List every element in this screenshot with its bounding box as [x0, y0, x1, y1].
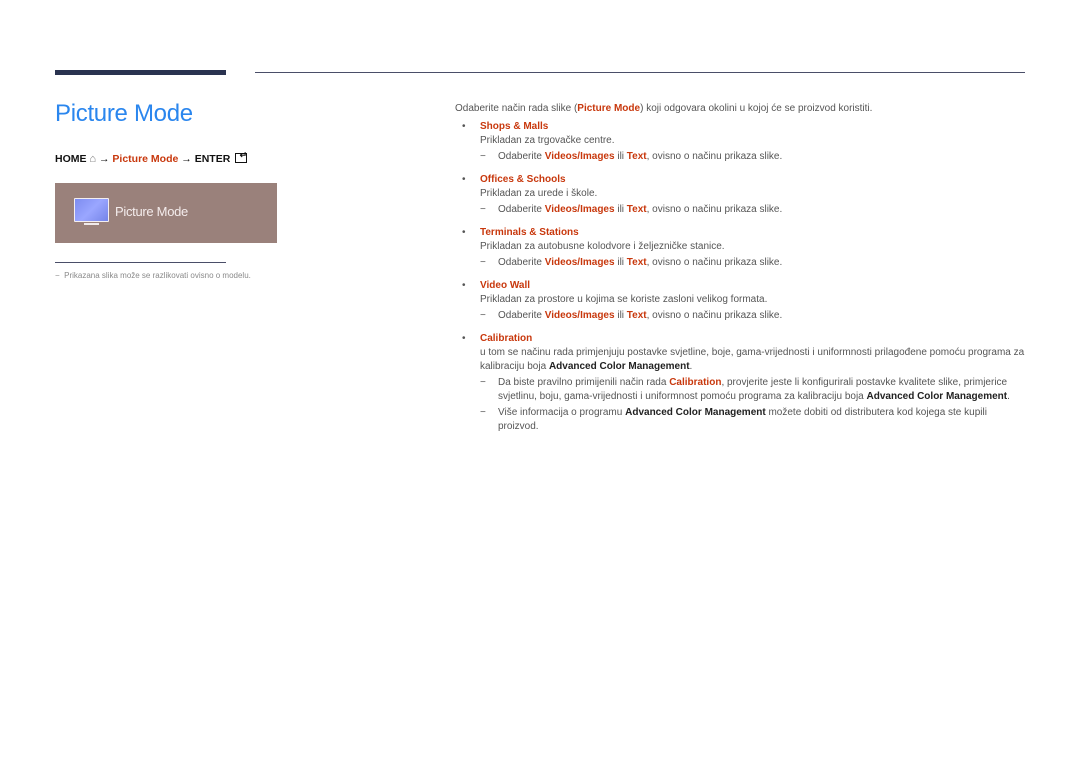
- sub-highlight: Videos/Images: [544, 204, 615, 215]
- item-description: Prikladan za urede i škole.: [480, 188, 598, 199]
- bullet: •: [462, 333, 466, 344]
- bullet: •: [462, 227, 466, 238]
- sub-highlight: Text: [626, 310, 647, 321]
- sub-text: Da biste pravilno primijenili način rada: [498, 377, 670, 388]
- note-divider: [55, 262, 226, 263]
- osd-label: Picture Mode: [115, 204, 188, 219]
- sub-text: Odaberite: [498, 310, 545, 321]
- dash: −: [480, 407, 486, 418]
- sub-text: Odaberite: [498, 204, 545, 215]
- house-icon: ⌂: [89, 153, 97, 165]
- sub-text: Više informacija o programu: [498, 407, 626, 418]
- dash: −: [480, 310, 486, 321]
- desc-text: .: [689, 361, 693, 372]
- header-rule-thick: [55, 70, 226, 75]
- dash: −: [480, 257, 486, 268]
- sub-note: − Odaberite Videos/Images ili Text, ovis…: [480, 203, 1030, 217]
- item-heading: Offices & Schools: [480, 174, 566, 185]
- item-description: Prikladan za prostore u kojima se korist…: [480, 294, 768, 305]
- list-item: • Video Wall Prikladan za prostore u koj…: [455, 279, 1030, 323]
- sub-highlight: Videos/Images: [544, 151, 615, 162]
- sub-note: − Više informacija o programu Advanced C…: [480, 406, 1030, 434]
- sub-keyword: Advanced Color Management: [866, 391, 1008, 402]
- list-item: • Offices & Schools Prikladan za urede i…: [455, 173, 1030, 217]
- bullet: •: [462, 121, 466, 132]
- sub-text: ili: [614, 151, 627, 162]
- sub-highlight: Calibration: [669, 377, 722, 388]
- path-arrow: →: [181, 153, 192, 165]
- sub-text: Odaberite: [498, 151, 545, 162]
- dash: −: [480, 377, 486, 388]
- sub-highlight: Text: [626, 151, 647, 162]
- bullet: •: [462, 174, 466, 185]
- item-heading: Shops & Malls: [480, 121, 549, 132]
- note-dash: −: [55, 271, 60, 280]
- sub-text: ili: [614, 204, 627, 215]
- sub-note: − Odaberite Videos/Images ili Text, ovis…: [480, 150, 1030, 164]
- intro-paragraph: Odaberite način rada slike (Picture Mode…: [455, 102, 1030, 116]
- list-item-calibration: • Calibration u tom se načinu rada primj…: [455, 332, 1030, 434]
- item-heading: Calibration: [480, 333, 533, 344]
- item-description: Prikladan za trgovačke centre.: [480, 135, 615, 146]
- bullet: •: [462, 280, 466, 291]
- dash: −: [480, 151, 486, 162]
- sub-note: − Odaberite Videos/Images ili Text, ovis…: [480, 256, 1030, 270]
- sub-note: − Odaberite Videos/Images ili Text, ovis…: [480, 309, 1030, 323]
- sub-note: − Da biste pravilno primijenili način ra…: [480, 376, 1030, 404]
- sub-keyword: Advanced Color Management: [625, 407, 766, 418]
- sub-text: , ovisno o načinu prikaza slike.: [646, 204, 783, 215]
- item-heading: Terminals & Stations: [480, 227, 579, 238]
- path-home: HOME: [55, 153, 87, 165]
- sub-highlight: Text: [626, 257, 647, 268]
- menu-path: HOME ⌂ → Picture Mode → ENTER: [55, 150, 248, 165]
- monitor-icon: [74, 198, 109, 222]
- note-text: Prikazana slika može se razlikovati ovis…: [64, 271, 251, 280]
- osd-picture-mode-image: Picture Mode: [55, 183, 277, 243]
- sub-text: Odaberite: [498, 257, 545, 268]
- intro-text: Odaberite način rada slike (: [455, 103, 578, 114]
- sub-text: ili: [614, 257, 627, 268]
- sub-text: , ovisno o načinu prikaza slike.: [646, 310, 783, 321]
- image-note: − Prikazana slika može se razlikovati ov…: [55, 271, 251, 280]
- monitor-stand: [84, 223, 99, 225]
- sub-text: , ovisno o načinu prikaza slike.: [646, 151, 783, 162]
- page-title: Picture Mode: [55, 100, 193, 127]
- dash: −: [480, 204, 486, 215]
- list-item: • Terminals & Stations Prikladan za auto…: [455, 226, 1030, 270]
- sub-text: , ovisno o načinu prikaza slike.: [646, 257, 783, 268]
- intro-highlight: Picture Mode: [577, 103, 641, 114]
- item-description: u tom se načinu rada primjenjuju postavk…: [480, 346, 1030, 374]
- item-heading: Video Wall: [480, 280, 531, 291]
- sub-text: .: [1007, 391, 1010, 402]
- sub-highlight: Videos/Images: [544, 257, 615, 268]
- content-body: Odaberite način rada slike (Picture Mode…: [455, 102, 1030, 434]
- intro-text: ) koji odgovara okolini u kojoj će se pr…: [640, 103, 873, 114]
- path-arrow: →: [99, 153, 110, 165]
- header-rule-thin: [255, 72, 1025, 73]
- desc-keyword: Advanced Color Management: [548, 361, 690, 372]
- enter-icon: [235, 150, 248, 163]
- sub-highlight: Videos/Images: [544, 310, 615, 321]
- sub-text: ili: [614, 310, 627, 321]
- list-item: • Shops & Malls Prikladan za trgovačke c…: [455, 120, 1030, 164]
- path-picture-mode: Picture Mode: [112, 153, 179, 165]
- path-enter: ENTER: [194, 153, 231, 165]
- item-description: Prikladan za autobusne kolodvore i želje…: [480, 241, 725, 252]
- sub-highlight: Text: [626, 204, 647, 215]
